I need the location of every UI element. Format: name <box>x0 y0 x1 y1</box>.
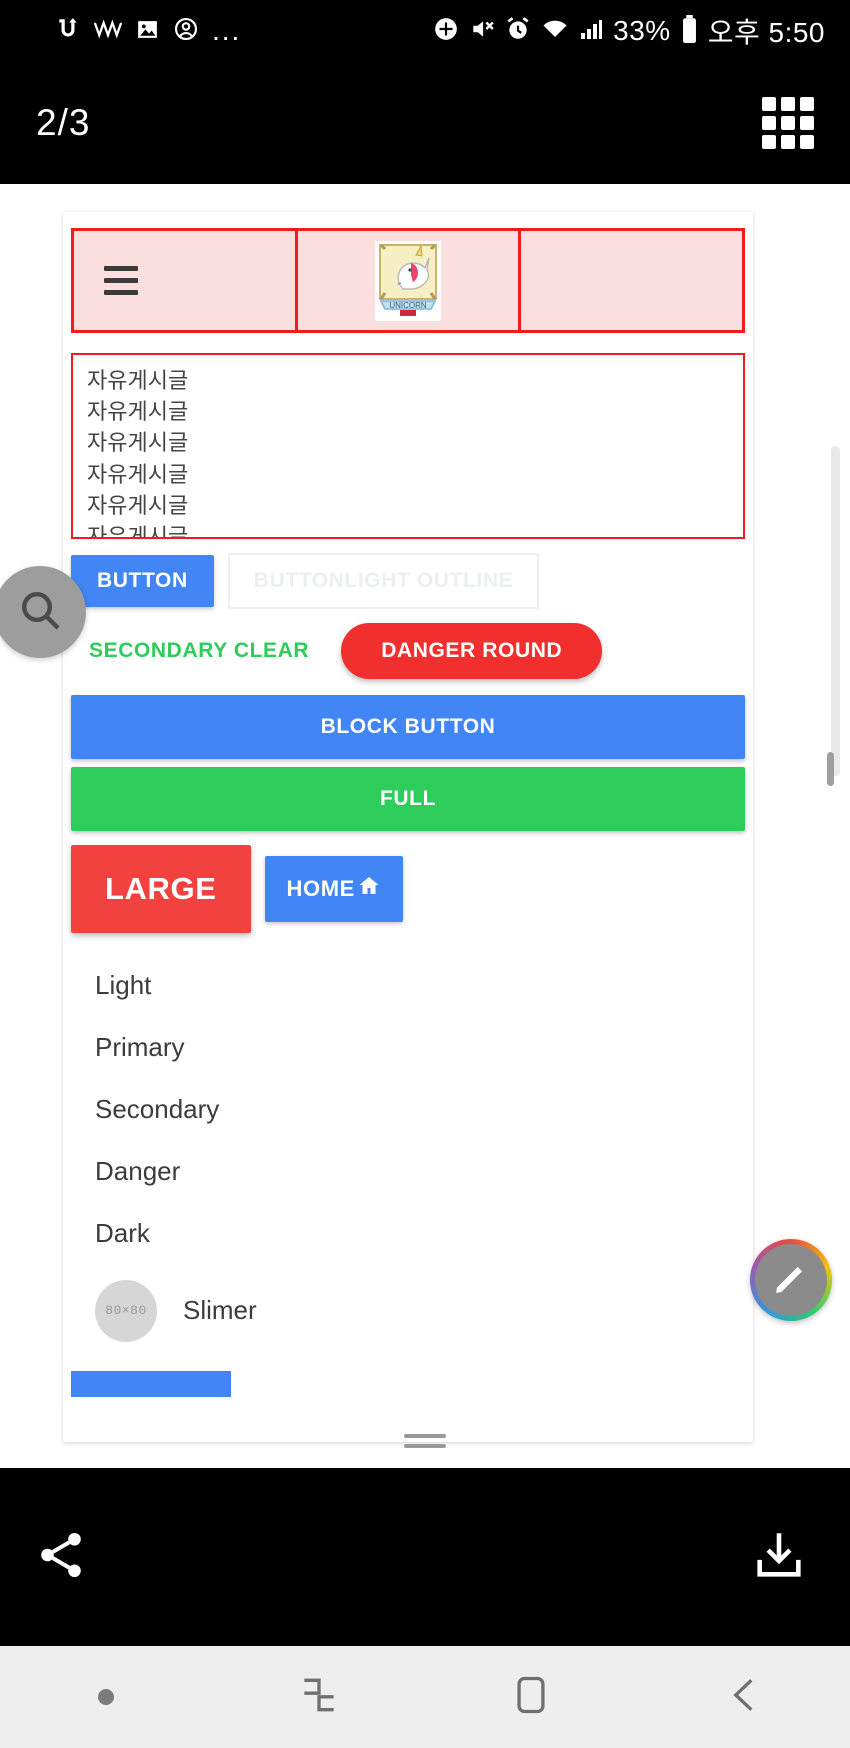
search-icon <box>16 586 64 639</box>
web-page: UNICORN 자유게시글 자유게시글 자유게시글 자유게시글 자유게시글 자유… <box>8 186 842 1468</box>
status-bar-right-icons: 33% 오후 5:50 <box>433 11 825 51</box>
grid-cell <box>762 116 776 130</box>
home-button-label: HOME <box>286 876 355 901</box>
list-item[interactable]: Dark <box>71 1203 745 1265</box>
header-cell-center[interactable]: UNICORN <box>298 231 522 330</box>
page-indicator: 2/3 <box>36 102 91 143</box>
grid-cell <box>781 97 795 111</box>
pen-icon <box>770 1257 812 1304</box>
note-line: 자유게시글 <box>87 524 189 539</box>
note-line: 자유게시글 <box>87 492 189 518</box>
action-bar <box>0 1468 850 1646</box>
cellular-icon <box>579 17 603 45</box>
recents-button[interactable] <box>213 1673 426 1722</box>
nav-dot-indicator <box>0 1689 213 1705</box>
note-line: 자유게시글 <box>87 461 189 487</box>
download-button[interactable] <box>750 1526 808 1589</box>
app-title-bar: 2/3 <box>0 62 850 184</box>
list-item[interactable]: Secondary <box>71 1079 745 1141</box>
grid-view-button[interactable] <box>762 97 814 149</box>
hamburger-bar <box>104 278 138 283</box>
page-card: UNICORN 자유게시글 자유게시글 자유게시글 자유게시글 자유게시글 자유… <box>63 212 753 1442</box>
grid-cell <box>800 135 814 149</box>
share-icon <box>34 1528 88 1587</box>
avatar: 80×80 <box>95 1279 157 1342</box>
image-icon <box>135 17 160 46</box>
share-button[interactable] <box>34 1528 88 1587</box>
status-overflow-dots: ... <box>212 15 242 46</box>
button-row-2: SECONDARY CLEAR DANGER ROUND <box>71 623 745 679</box>
download-icon <box>750 1526 808 1589</box>
account-icon <box>173 16 199 46</box>
system-nav-bar <box>0 1646 850 1748</box>
mute-icon <box>469 16 495 46</box>
battery-percent-label: 33% <box>613 15 671 46</box>
light-outline-button[interactable]: BUTTONLIGHT OUTLINE <box>227 553 540 609</box>
location-icon <box>433 16 459 46</box>
list-item[interactable]: Danger <box>71 1141 745 1203</box>
block-button[interactable]: BLOCK BUTTON <box>71 695 745 759</box>
button-row-1: BUTTON BUTTONLIGHT OUTLINE <box>71 553 745 609</box>
grid-cell <box>781 135 795 149</box>
button-row-3: LARGE HOME <box>71 845 745 933</box>
hamburger-bar <box>104 290 138 295</box>
hamburger-menu-icon[interactable] <box>104 266 138 295</box>
svg-text:UNICORN: UNICORN <box>389 301 427 310</box>
grid-cell <box>762 97 776 111</box>
status-bar: ... 33% 오후 5:50 <box>0 0 850 62</box>
page-resize-grip[interactable] <box>404 1434 446 1448</box>
app-badge-icon <box>55 16 81 46</box>
site-header: UNICORN <box>71 228 745 333</box>
item-list: Light Primary Secondary Danger Dark 80×8… <box>71 955 745 1357</box>
home-square-icon <box>509 1673 553 1722</box>
note-line: 자유게시글 <box>87 430 189 456</box>
note-line: 자유게시글 <box>87 399 189 425</box>
status-bar-left-icons: ... <box>55 15 241 47</box>
edit-pen-fab[interactable] <box>750 1239 832 1321</box>
note-line: 자유게시글 <box>87 368 189 393</box>
back-button[interactable] <box>638 1673 850 1722</box>
page-scrollbar-thumb[interactable] <box>827 752 834 786</box>
grid-cell <box>800 97 814 111</box>
wifi-icon <box>541 17 569 45</box>
grip-bar <box>404 1434 446 1438</box>
header-cell-right[interactable] <box>521 231 742 330</box>
device-screen: ... 33% 오후 5:50 2/3 UNICORN 자유게시글 자유게시글 … <box>0 0 850 1748</box>
primary-button[interactable]: BUTTON <box>71 555 214 607</box>
post-textarea[interactable]: 자유게시글 자유게시글 자유게시글 자유게시글 자유게시글 자유게시글 <box>71 353 745 539</box>
list-item[interactable]: Primary <box>71 1017 745 1079</box>
dot-icon <box>98 1689 115 1705</box>
recents-icon <box>297 1673 341 1722</box>
header-cell-left[interactable] <box>74 231 298 330</box>
danger-round-button[interactable]: DANGER ROUND <box>341 623 603 679</box>
back-arrow-icon <box>722 1673 766 1722</box>
home-button[interactable] <box>425 1673 638 1722</box>
hamburger-bar <box>104 266 138 271</box>
list-item[interactable]: Light <box>71 955 745 1017</box>
battery-icon <box>681 15 698 47</box>
signal-wave-icon <box>93 18 123 44</box>
grip-bar <box>404 1444 446 1448</box>
list-item-label: Slimer <box>183 1295 257 1325</box>
house-icon <box>357 874 381 904</box>
screenshot-viewport: UNICORN 자유게시글 자유게시글 자유게시글 자유게시글 자유게시글 자유… <box>0 184 850 1468</box>
grid-cell <box>781 116 795 130</box>
grid-cell <box>800 116 814 130</box>
large-button[interactable]: LARGE <box>71 845 251 933</box>
page-scrollbar-track[interactable] <box>831 446 840 776</box>
unicorn-logo-icon[interactable]: UNICORN <box>375 240 441 321</box>
list-item-avatar[interactable]: 80×80 Slimer <box>71 1265 745 1357</box>
full-button[interactable]: FULL <box>71 767 745 831</box>
home-button[interactable]: HOME <box>264 856 403 922</box>
clock-label: 오후 5:50 <box>707 17 825 48</box>
alarm-icon <box>505 16 531 46</box>
secondary-clear-button[interactable]: SECONDARY CLEAR <box>71 627 327 675</box>
grid-cell <box>762 135 776 149</box>
partial-blue-button[interactable] <box>71 1371 231 1397</box>
